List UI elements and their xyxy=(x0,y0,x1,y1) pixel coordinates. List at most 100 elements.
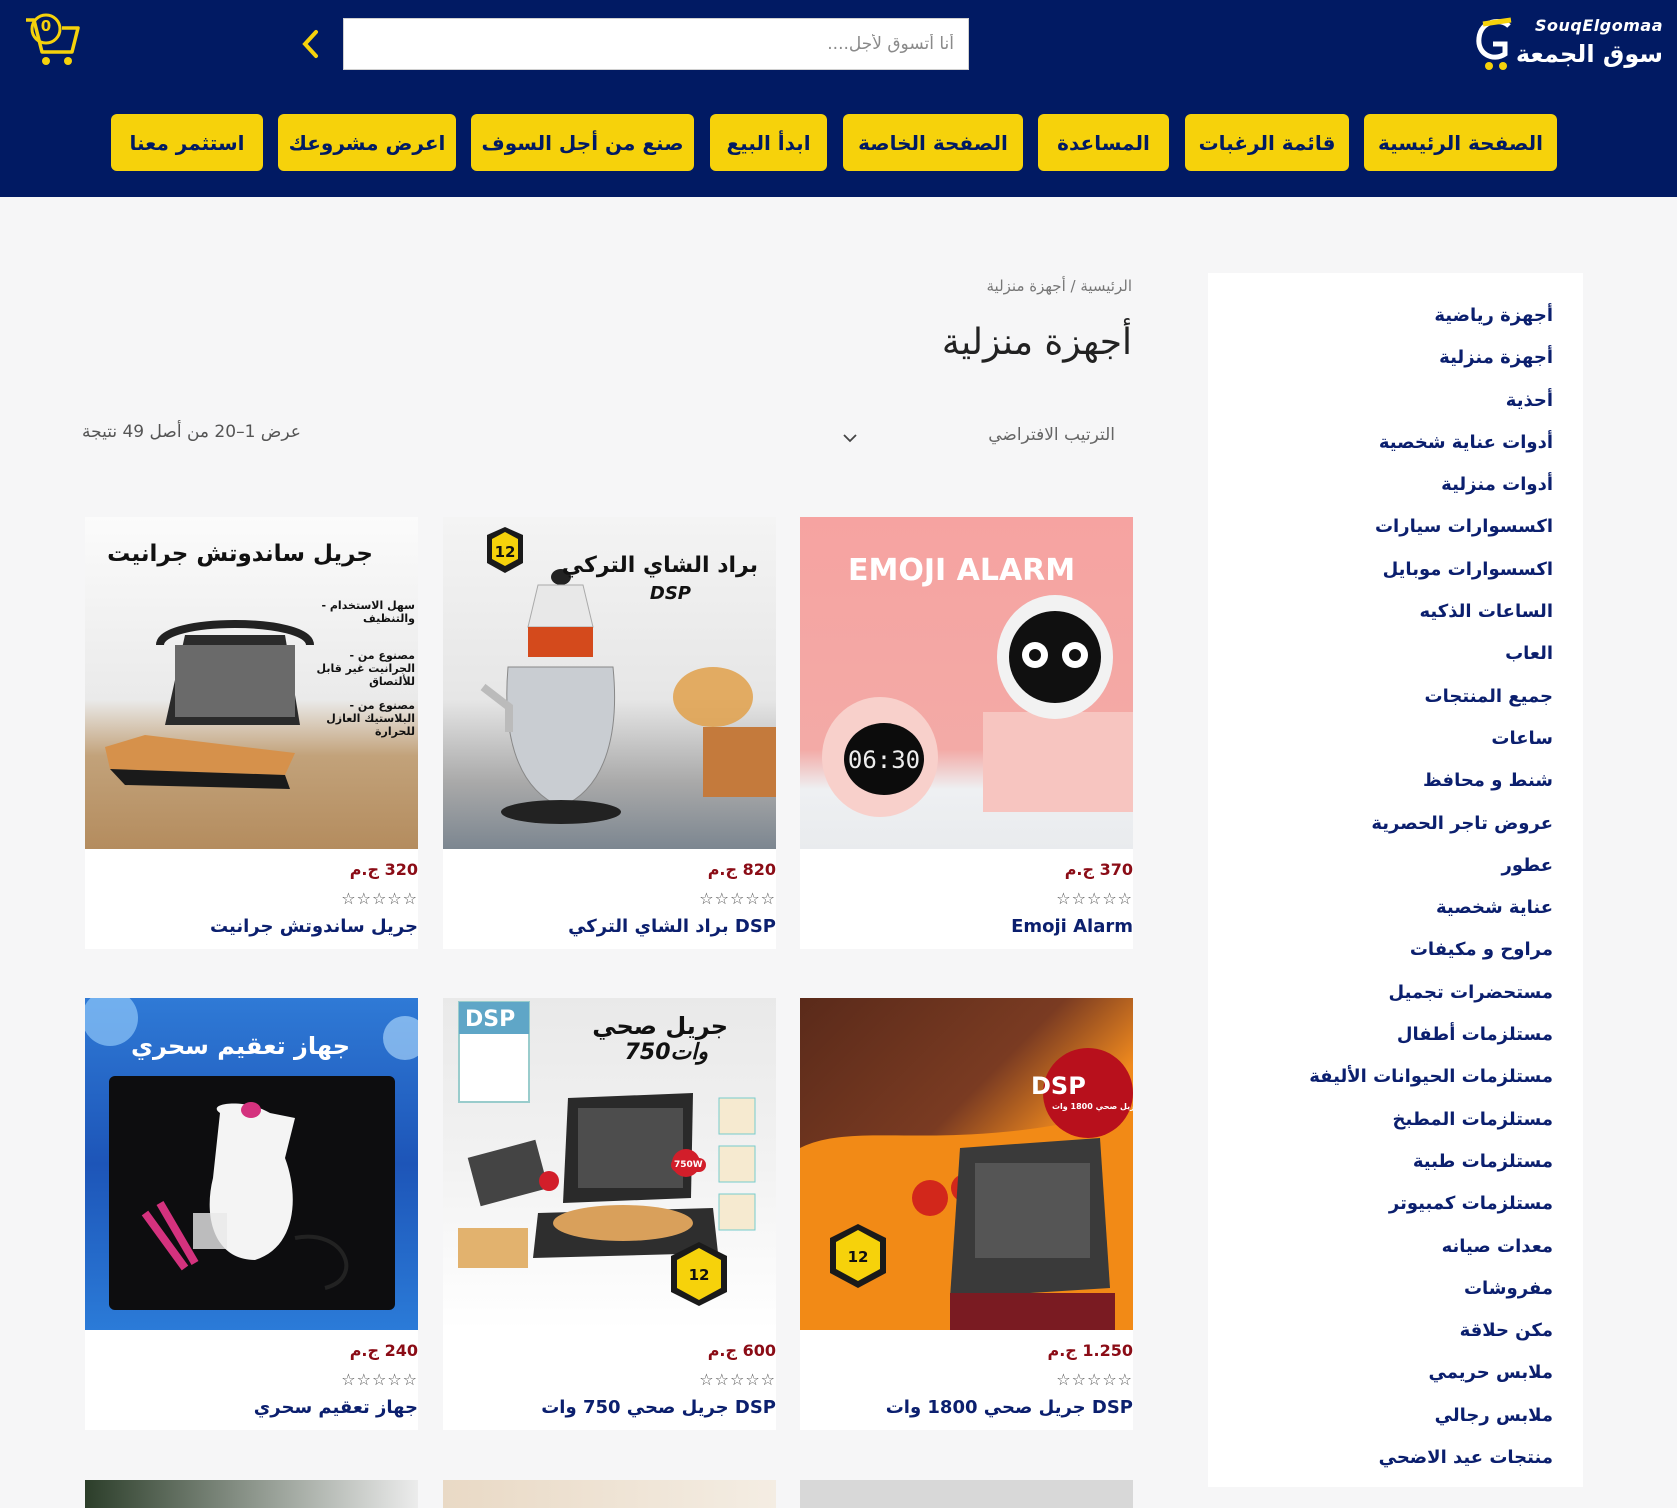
product-image-peek[interactable] xyxy=(85,1480,418,1508)
category-link[interactable]: ملابس حريمي xyxy=(1208,1352,1583,1394)
product-image[interactable]: جريل ساندوتش جرانيت - سهل الاستخدام والت… xyxy=(85,517,418,849)
rating-stars: ☆☆☆☆☆ xyxy=(1056,889,1133,908)
nav-help[interactable]: المساعدة xyxy=(1038,114,1169,171)
product-name[interactable]: جريل صحي 1800 وات DSP xyxy=(886,1397,1133,1418)
product-card[interactable]: جريل ساندوتش جرانيت - سهل الاستخدام والت… xyxy=(85,517,418,949)
category-link[interactable]: عناية شخصية xyxy=(1208,887,1583,929)
category-link[interactable]: مستلزمات كمبيوتر xyxy=(1208,1183,1583,1225)
site-header: SouqElgomaa سوق الجمعة 0 الصفحة الرئيسية… xyxy=(0,0,1677,197)
category-link[interactable]: مستلزمات الحيوانات الأليفة xyxy=(1208,1056,1583,1098)
product-card[interactable]: 12 DSP KB1054 750W جريل صحي 750وات 600 ج… xyxy=(443,998,776,1430)
product-image[interactable]: 12 DSP جريل صحي 1800 وات xyxy=(800,998,1133,1330)
category-link[interactable]: ساعات xyxy=(1208,718,1583,760)
panini-grill-illustration: 12 xyxy=(458,1001,756,1306)
image-brand: DSP xyxy=(649,583,691,604)
chevron-left-icon[interactable] xyxy=(300,28,320,60)
category-link[interactable]: مستلزمات أطفال xyxy=(1208,1014,1583,1056)
alarm-time: 06:30 xyxy=(848,746,920,774)
product-name[interactable]: جريل صحي 750 وات DSP xyxy=(541,1397,776,1418)
category-link[interactable]: عروض تاجر الحصرية xyxy=(1208,803,1583,845)
image-feature: - مصنوع من الجرانيت غير قابل للألتصاق xyxy=(316,649,416,688)
warranty-badge: 12 xyxy=(689,1266,710,1284)
product-image[interactable]: 06:30 EMOJI ALARM xyxy=(800,517,1133,849)
product-image-peek[interactable] xyxy=(443,1480,776,1508)
category-link[interactable]: أجهزة رياضية xyxy=(1208,295,1583,337)
image-caption: براد الشاي التركي xyxy=(561,553,758,578)
image-feature: - مصنوع من البلاستيك العازل للحرارة xyxy=(326,699,415,738)
image-caption-wattage: 750وات xyxy=(624,1040,708,1065)
search-box xyxy=(343,18,969,70)
category-link[interactable]: اكسسوارات سيارات xyxy=(1208,506,1583,548)
site-logo[interactable]: SouqElgomaa سوق الجمعة xyxy=(1459,14,1669,74)
product-name[interactable]: براد الشاي التركي DSP xyxy=(568,916,776,937)
category-link[interactable]: منتجات عيد الاضحي xyxy=(1208,1437,1583,1479)
product-card[interactable]: 12 براد الشاي التركي DSP 820 ج.م ☆☆☆☆☆ ب… xyxy=(443,517,776,949)
nav-made-for-souq[interactable]: صنع من أجل السوف xyxy=(471,114,694,171)
category-link[interactable]: عطور xyxy=(1208,845,1583,887)
category-link[interactable]: مستلزمات طبية xyxy=(1208,1141,1583,1183)
product-name[interactable]: Emoji Alarm xyxy=(1011,916,1133,937)
product-price: 820 ج.م xyxy=(707,860,776,879)
search-input[interactable] xyxy=(344,19,968,69)
product-image[interactable]: 12 DSP KB1054 750W جريل صحي 750وات xyxy=(443,998,776,1330)
category-link[interactable]: جميع المنتجات xyxy=(1208,676,1583,718)
category-link[interactable]: معدات صيانه xyxy=(1208,1226,1583,1268)
category-link[interactable]: مفروشات xyxy=(1208,1268,1583,1310)
category-link[interactable]: شنط و محافظ xyxy=(1208,760,1583,802)
image-caption: جريل صحي xyxy=(592,1012,728,1040)
product-card[interactable]: جهاز تعقيم سحري 240 ج.م ☆☆☆☆☆ جهاز تعقيم… xyxy=(85,998,418,1430)
product-price: 240 ج.م xyxy=(349,1341,418,1360)
category-link[interactable]: مكن حلاقة xyxy=(1208,1310,1583,1352)
nav-start-selling[interactable]: ابدأ البيع xyxy=(710,114,827,171)
chevron-down-icon xyxy=(843,434,857,443)
brand-latin: SouqElgomaa xyxy=(1535,16,1663,35)
category-link[interactable]: أدوات منزلية xyxy=(1208,464,1583,506)
category-link[interactable]: مستحضرات تجميل xyxy=(1208,972,1583,1014)
category-sidebar: أجهزة رياضية أجهزة منزلية أحذية أدوات عناية… xyxy=(1208,273,1583,1487)
warranty-badge: 12 xyxy=(495,543,516,561)
category-link[interactable]: ملابس رجالي xyxy=(1208,1395,1583,1437)
image-caption: جريل ساندوتش جرانيت xyxy=(107,541,373,567)
nav-private-page[interactable]: الصفحة الخاصة xyxy=(843,114,1023,171)
product-name[interactable]: جهاز تعقيم سحري xyxy=(254,1397,418,1418)
health-grill-illustration: 12 xyxy=(800,1048,1133,1330)
image-brand: DSP xyxy=(1031,1072,1086,1100)
image-wattage: 750W xyxy=(671,1158,706,1172)
rating-stars: ☆☆☆☆☆ xyxy=(699,1370,776,1389)
breadcrumb[interactable]: الرئيسية / أجهزة منزلية xyxy=(987,277,1133,295)
product-image[interactable]: جهاز تعقيم سحري xyxy=(85,998,418,1330)
sort-select[interactable]: الترتيب الافتراضي xyxy=(830,418,1115,458)
warranty-badge: 12 xyxy=(848,1248,869,1266)
rating-stars: ☆☆☆☆☆ xyxy=(341,889,418,908)
category-link[interactable]: مستلزمات المطبخ xyxy=(1208,1099,1583,1141)
sort-selected: الترتيب الافتراضي xyxy=(988,425,1115,445)
category-list: أجهزة رياضية أجهزة منزلية أحذية أدوات عناية… xyxy=(1208,273,1583,1479)
nav-invest[interactable]: استثمر معنا xyxy=(111,114,263,171)
image-model: KB1054 xyxy=(473,1037,512,1047)
category-link[interactable]: اكسسوارات موبايل xyxy=(1208,549,1583,591)
brand-arabic: سوق الجمعة xyxy=(1515,40,1663,68)
product-price: 1.250 ج.م xyxy=(1047,1341,1133,1360)
image-caption: جريل صحي 1800 وات xyxy=(1052,1102,1133,1111)
product-price: 320 ج.م xyxy=(349,860,418,879)
category-link[interactable]: العاب xyxy=(1208,633,1583,675)
cart-button[interactable]: 0 xyxy=(22,12,82,68)
category-link[interactable]: الساعات الذكيه xyxy=(1208,591,1583,633)
logo-icon xyxy=(1476,17,1512,70)
category-link[interactable]: أدوات عناية شخصية xyxy=(1208,422,1583,464)
product-price: 600 ج.م xyxy=(707,1341,776,1360)
rating-stars: ☆☆☆☆☆ xyxy=(341,1370,418,1389)
category-link[interactable]: أحذية xyxy=(1208,380,1583,422)
nav-home[interactable]: الصفحة الرئيسية xyxy=(1364,114,1557,171)
main-nav: الصفحة الرئيسية قائمة الرغبات المساعدة ا… xyxy=(0,114,1677,171)
category-link[interactable]: أجهزة منزلية xyxy=(1208,337,1583,379)
product-image-peek[interactable] xyxy=(800,1480,1133,1508)
product-name[interactable]: جريل ساندوتش جرانيت xyxy=(210,916,418,937)
category-link[interactable]: مراوح و مكيفات xyxy=(1208,929,1583,971)
nav-wishlist[interactable]: قائمة الرغبات xyxy=(1185,114,1349,171)
product-card[interactable]: 06:30 EMOJI ALARM 370 ج.م ☆☆☆☆☆ Emoji Al… xyxy=(800,517,1133,949)
product-card[interactable]: 12 DSP جريل صحي 1800 وات 1.250 ج.م ☆☆☆☆☆… xyxy=(800,998,1133,1430)
nav-show-project[interactable]: اعرض مشروعك xyxy=(278,114,456,171)
product-image[interactable]: 12 براد الشاي التركي DSP xyxy=(443,517,776,849)
cart-count: 0 xyxy=(40,17,52,35)
